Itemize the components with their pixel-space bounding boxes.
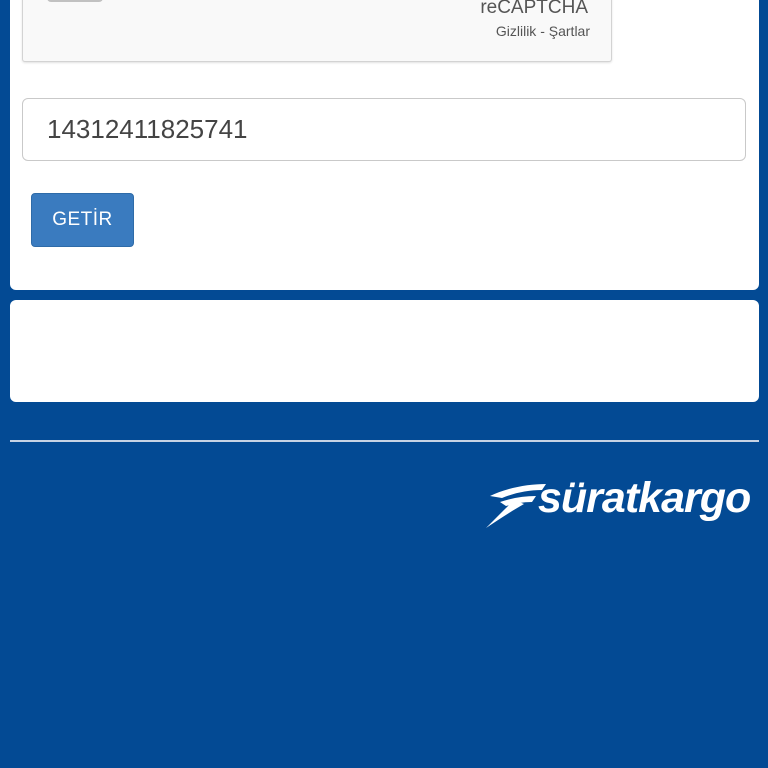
tracking-form-card: reCAPTCHA Gizlilik - Şartlar GETİR (10, 0, 759, 290)
recaptcha-brand: reCAPTCHA (480, 0, 588, 18)
recaptcha-privacy-link[interactable]: Gizlilik (496, 23, 536, 39)
recaptcha-terms-link[interactable]: Şartlar (549, 23, 590, 39)
result-card (10, 300, 759, 402)
footer-divider (10, 440, 759, 442)
recaptcha-links: Gizlilik - Şartlar (496, 23, 590, 39)
recaptcha-checkbox[interactable] (47, 0, 103, 2)
recaptcha-separator: - (540, 23, 545, 39)
surat-kargo-logo: süratkargo (484, 474, 760, 532)
logo-text: süratkargo (538, 474, 751, 522)
getir-button[interactable]: GETİR (31, 193, 134, 247)
tracking-number-input[interactable] (22, 98, 746, 161)
recaptcha-widget: reCAPTCHA Gizlilik - Şartlar (22, 0, 612, 62)
